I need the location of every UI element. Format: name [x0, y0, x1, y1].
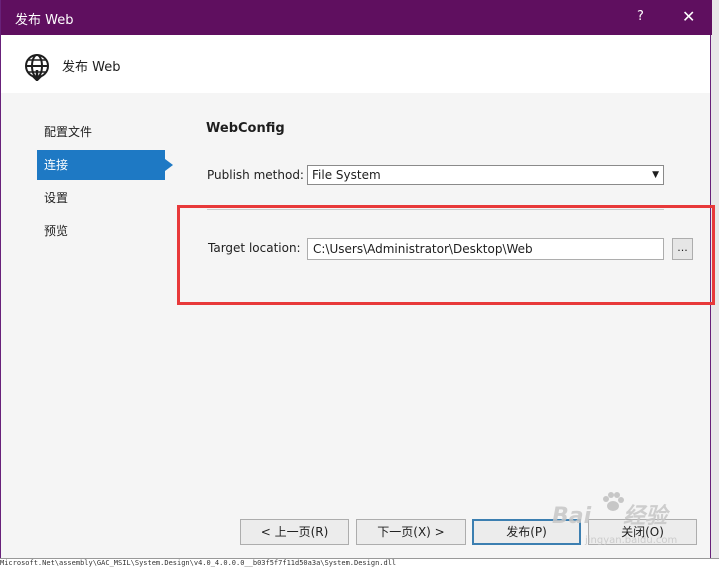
nav-item-settings[interactable]: 设置	[37, 183, 165, 213]
chevron-down-icon: ▼	[652, 170, 659, 180]
publish-web-dialog: 发布 Web ? ✕ 发布 Web 配置文件 连接 设置 预览 WebConfi…	[0, 0, 715, 562]
nav-item-profile[interactable]: 配置文件	[37, 117, 165, 147]
close-icon[interactable]: ✕	[682, 7, 695, 26]
dialog-header: 发布 Web	[1, 35, 710, 93]
globe-publish-icon	[25, 54, 49, 81]
publish-method-label: Publish method:	[207, 168, 304, 182]
publish-method-select[interactable]: File System ▼	[307, 165, 664, 185]
title-bar: 发布 Web ? ✕	[1, 0, 712, 35]
publish-method-value: File System	[312, 168, 381, 182]
window-title: 发布 Web	[15, 13, 74, 28]
watermark-brand: Bai 经验	[552, 504, 668, 529]
watermark-url: jingyan.baidu.com	[585, 535, 678, 546]
prev-button[interactable]: < 上一页(R)	[240, 519, 349, 545]
highlight-box	[177, 205, 715, 305]
nav-item-connection[interactable]: 连接	[37, 150, 173, 180]
next-button[interactable]: 下一页(X) >	[356, 519, 466, 545]
section-title: WebConfig	[206, 121, 285, 136]
wizard-nav: 配置文件 连接 设置 预览	[37, 117, 173, 249]
nav-item-preview[interactable]: 预览	[37, 216, 165, 246]
header-title: 发布 Web	[62, 60, 121, 75]
help-button[interactable]: ?	[637, 9, 644, 24]
